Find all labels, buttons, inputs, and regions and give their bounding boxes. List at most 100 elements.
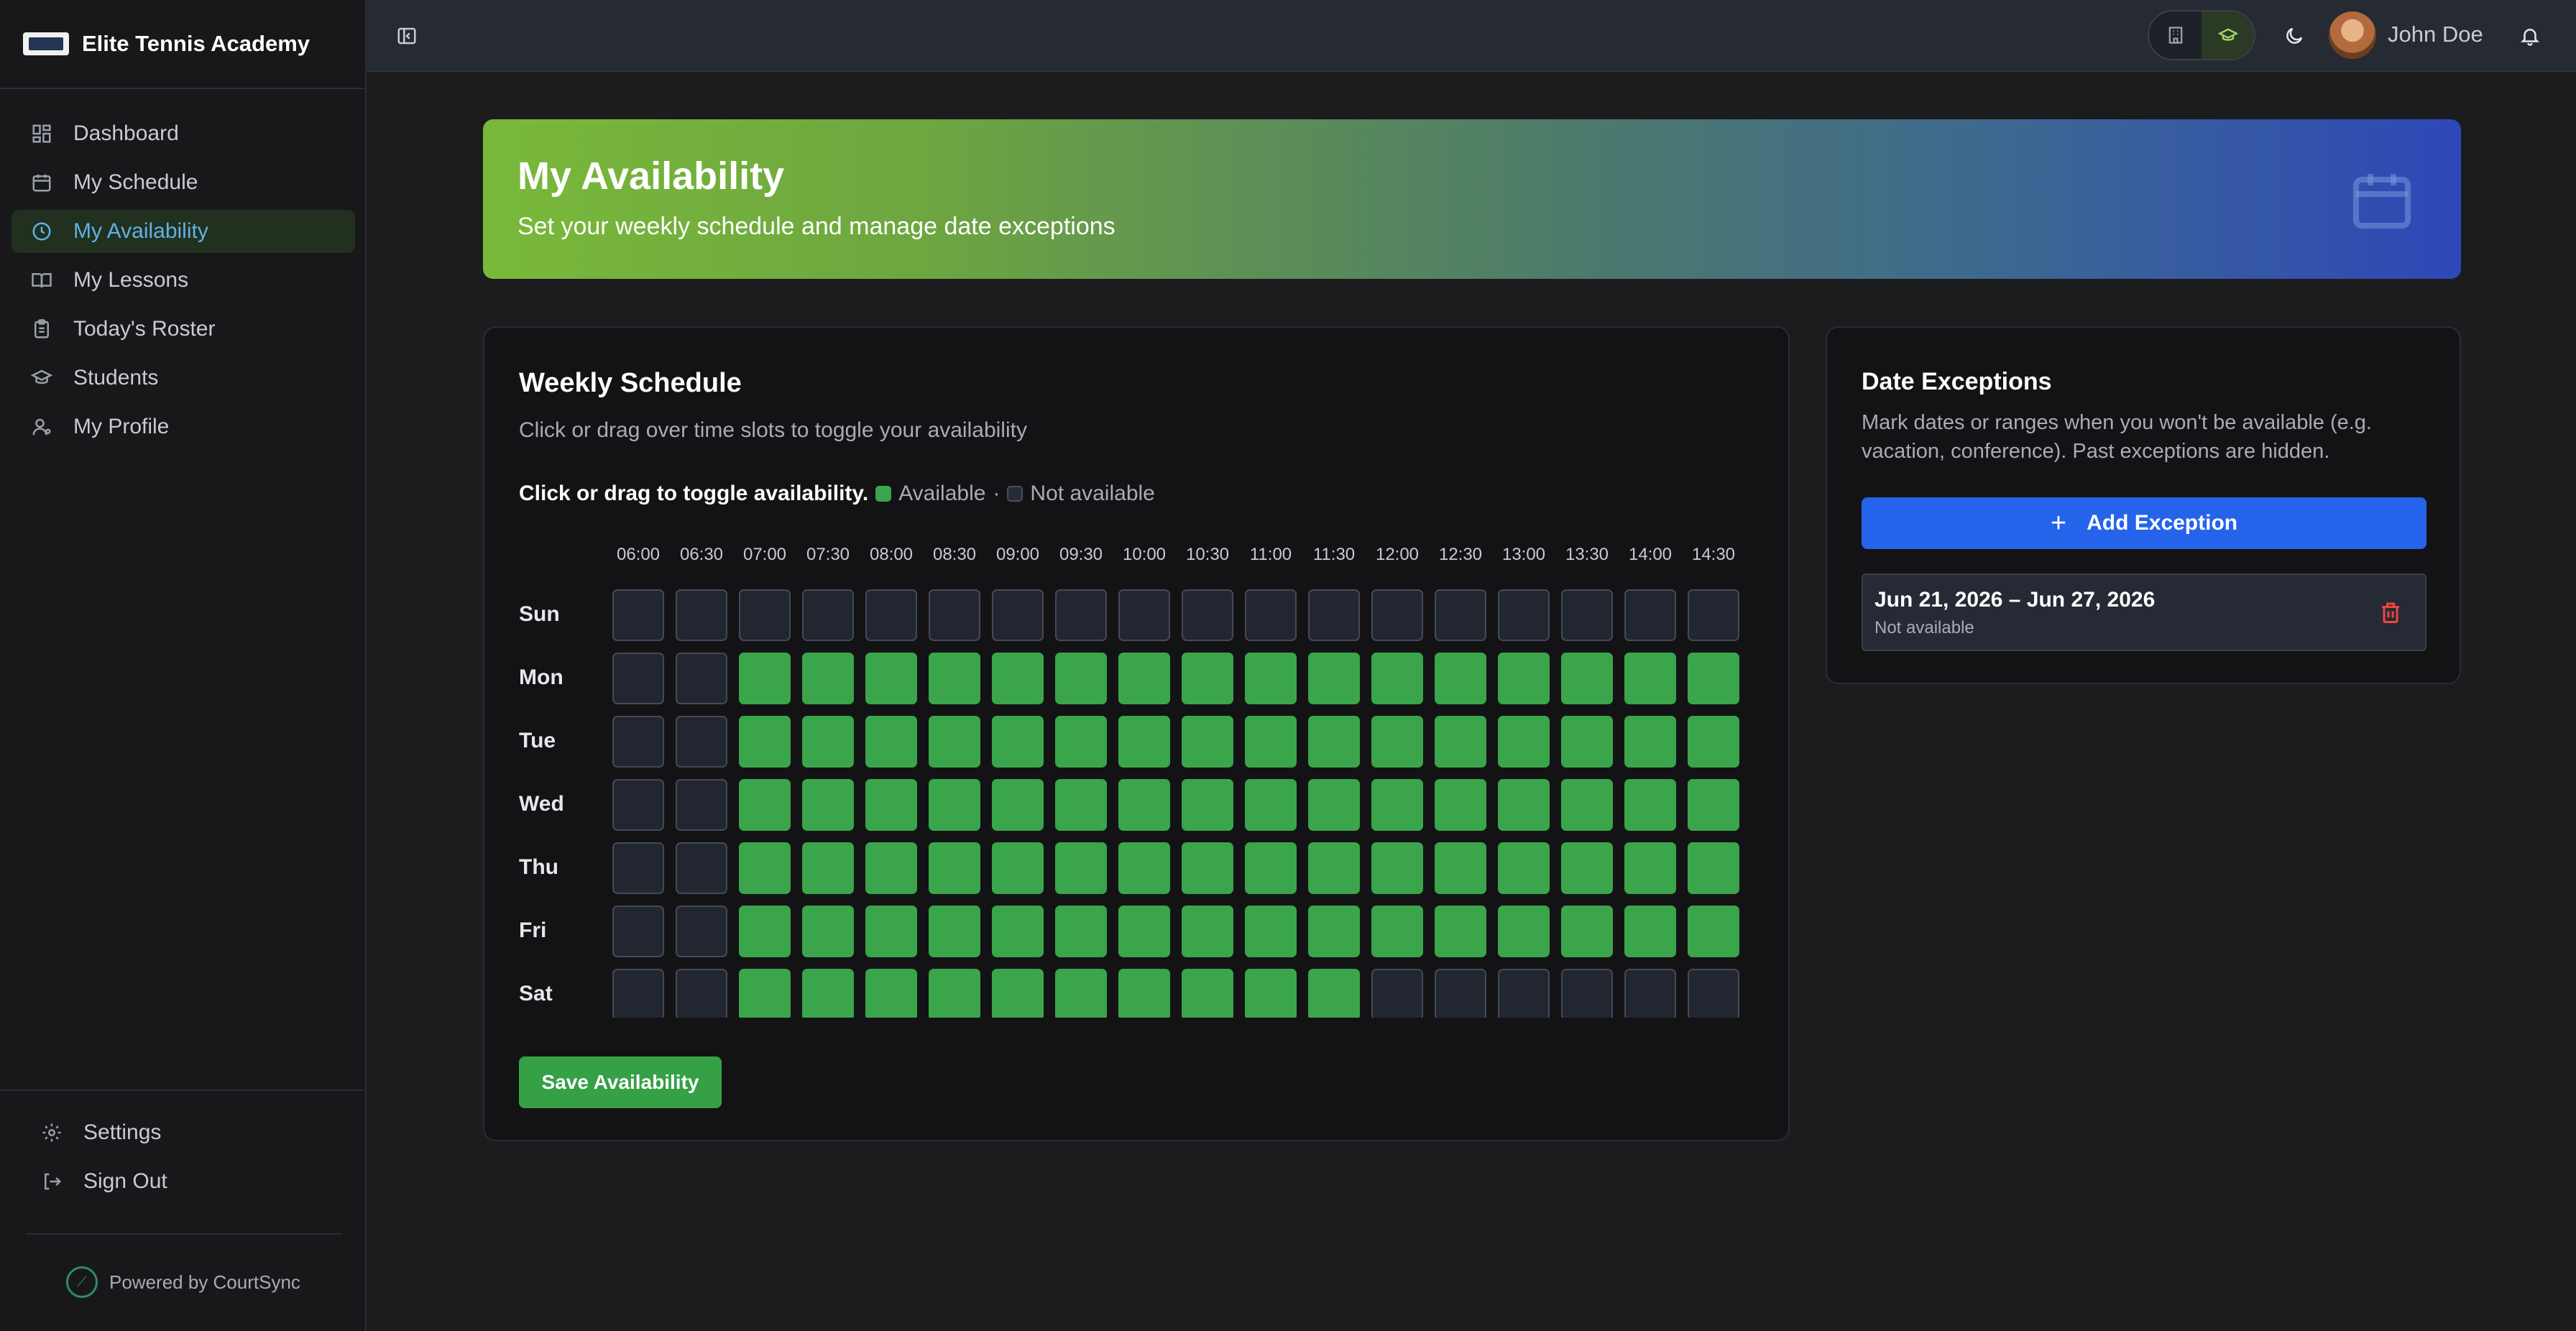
time-slot[interactable] <box>1055 969 1107 1018</box>
sidebar-item-my-availability[interactable]: My Availability <box>12 210 355 253</box>
time-slot[interactable] <box>1435 653 1486 704</box>
time-slot[interactable] <box>1245 589 1297 641</box>
time-slot[interactable] <box>1624 969 1676 1018</box>
time-slot[interactable] <box>1371 716 1423 768</box>
time-slot[interactable] <box>676 779 727 831</box>
time-slot[interactable] <box>612 589 664 641</box>
time-slot[interactable] <box>865 779 917 831</box>
time-slot[interactable] <box>1055 589 1107 641</box>
collapse-sidebar-button[interactable] <box>392 22 421 50</box>
time-slot[interactable] <box>1435 842 1486 894</box>
time-slot[interactable] <box>1561 716 1613 768</box>
time-slot[interactable] <box>739 589 791 641</box>
notifications-button[interactable] <box>2514 20 2546 52</box>
time-slot[interactable] <box>1245 842 1297 894</box>
time-slot[interactable] <box>1308 969 1360 1018</box>
time-slot[interactable] <box>1435 779 1486 831</box>
delete-exception-button[interactable] <box>2378 599 2404 625</box>
time-slot[interactable] <box>929 842 980 894</box>
time-slot[interactable] <box>739 716 791 768</box>
time-slot[interactable] <box>1561 842 1613 894</box>
time-slot[interactable] <box>676 969 727 1018</box>
sidebar-item-my-lessons[interactable]: My Lessons <box>12 259 355 302</box>
time-slot[interactable] <box>1561 589 1613 641</box>
time-slot[interactable] <box>676 842 727 894</box>
time-slot[interactable] <box>1371 906 1423 957</box>
sidebar-item-my-profile[interactable]: My Profile <box>12 405 355 448</box>
time-slot[interactable] <box>992 653 1044 704</box>
time-slot[interactable] <box>1118 716 1170 768</box>
sidebar-item-my-schedule[interactable]: My Schedule <box>12 161 355 204</box>
time-slot[interactable] <box>1688 653 1739 704</box>
time-slot[interactable] <box>929 589 980 641</box>
time-slot[interactable] <box>676 653 727 704</box>
time-slot[interactable] <box>1688 779 1739 831</box>
time-slot[interactable] <box>1308 716 1360 768</box>
time-slot[interactable] <box>992 842 1044 894</box>
time-slot[interactable] <box>612 653 664 704</box>
time-slot[interactable] <box>1498 969 1550 1018</box>
time-slot[interactable] <box>1498 779 1550 831</box>
sidebar-item-todays-roster[interactable]: Today's Roster <box>12 308 355 351</box>
time-slot[interactable] <box>802 716 854 768</box>
time-slot[interactable] <box>612 906 664 957</box>
time-slot[interactable] <box>1118 653 1170 704</box>
time-slot[interactable] <box>1435 716 1486 768</box>
time-slot[interactable] <box>1688 906 1739 957</box>
settings-link[interactable]: Settings <box>23 1108 342 1157</box>
time-slot[interactable] <box>739 842 791 894</box>
time-slot[interactable] <box>1624 779 1676 831</box>
time-slot[interactable] <box>865 589 917 641</box>
time-slot[interactable] <box>1498 842 1550 894</box>
time-slot[interactable] <box>1371 589 1423 641</box>
time-slot[interactable] <box>1308 842 1360 894</box>
time-slot[interactable] <box>1498 653 1550 704</box>
time-slot[interactable] <box>1245 653 1297 704</box>
time-slot[interactable] <box>1688 842 1739 894</box>
time-slot[interactable] <box>1561 779 1613 831</box>
role-switch[interactable] <box>2148 10 2255 60</box>
time-slot[interactable] <box>992 589 1044 641</box>
time-slot[interactable] <box>1498 906 1550 957</box>
time-slot[interactable] <box>1561 653 1613 704</box>
sidebar-item-dashboard[interactable]: Dashboard <box>12 112 355 155</box>
time-slot[interactable] <box>929 779 980 831</box>
time-slot[interactable] <box>802 779 854 831</box>
save-availability-button[interactable]: Save Availability <box>519 1056 722 1108</box>
role-coach-toggle[interactable] <box>2202 11 2254 59</box>
time-slot[interactable] <box>802 842 854 894</box>
time-slot[interactable] <box>865 653 917 704</box>
time-slot[interactable] <box>1182 779 1233 831</box>
time-slot[interactable] <box>1688 969 1739 1018</box>
time-slot[interactable] <box>676 589 727 641</box>
time-slot[interactable] <box>1182 589 1233 641</box>
time-slot[interactable] <box>1118 906 1170 957</box>
time-slot[interactable] <box>1624 589 1676 641</box>
time-slot[interactable] <box>676 906 727 957</box>
avatar[interactable] <box>2329 11 2376 59</box>
time-slot[interactable] <box>1624 842 1676 894</box>
time-slot[interactable] <box>1624 653 1676 704</box>
brand[interactable]: Elite Tennis Academy <box>0 0 365 89</box>
time-slot[interactable] <box>1371 969 1423 1018</box>
time-slot[interactable] <box>1688 716 1739 768</box>
time-slot[interactable] <box>1055 906 1107 957</box>
time-slot[interactable] <box>1118 779 1170 831</box>
time-slot[interactable] <box>992 716 1044 768</box>
time-slot[interactable] <box>929 906 980 957</box>
time-slot[interactable] <box>992 779 1044 831</box>
time-slot[interactable] <box>1055 842 1107 894</box>
time-slot[interactable] <box>1561 906 1613 957</box>
time-slot[interactable] <box>802 906 854 957</box>
time-slot[interactable] <box>1182 653 1233 704</box>
time-slot[interactable] <box>1182 906 1233 957</box>
time-slot[interactable] <box>1245 969 1297 1018</box>
time-slot[interactable] <box>676 716 727 768</box>
time-slot[interactable] <box>992 969 1044 1018</box>
time-slot[interactable] <box>802 589 854 641</box>
sign-out-link[interactable]: Sign Out <box>23 1157 342 1206</box>
time-slot[interactable] <box>612 969 664 1018</box>
time-slot[interactable] <box>1055 653 1107 704</box>
time-slot[interactable] <box>739 779 791 831</box>
time-slot[interactable] <box>1118 842 1170 894</box>
